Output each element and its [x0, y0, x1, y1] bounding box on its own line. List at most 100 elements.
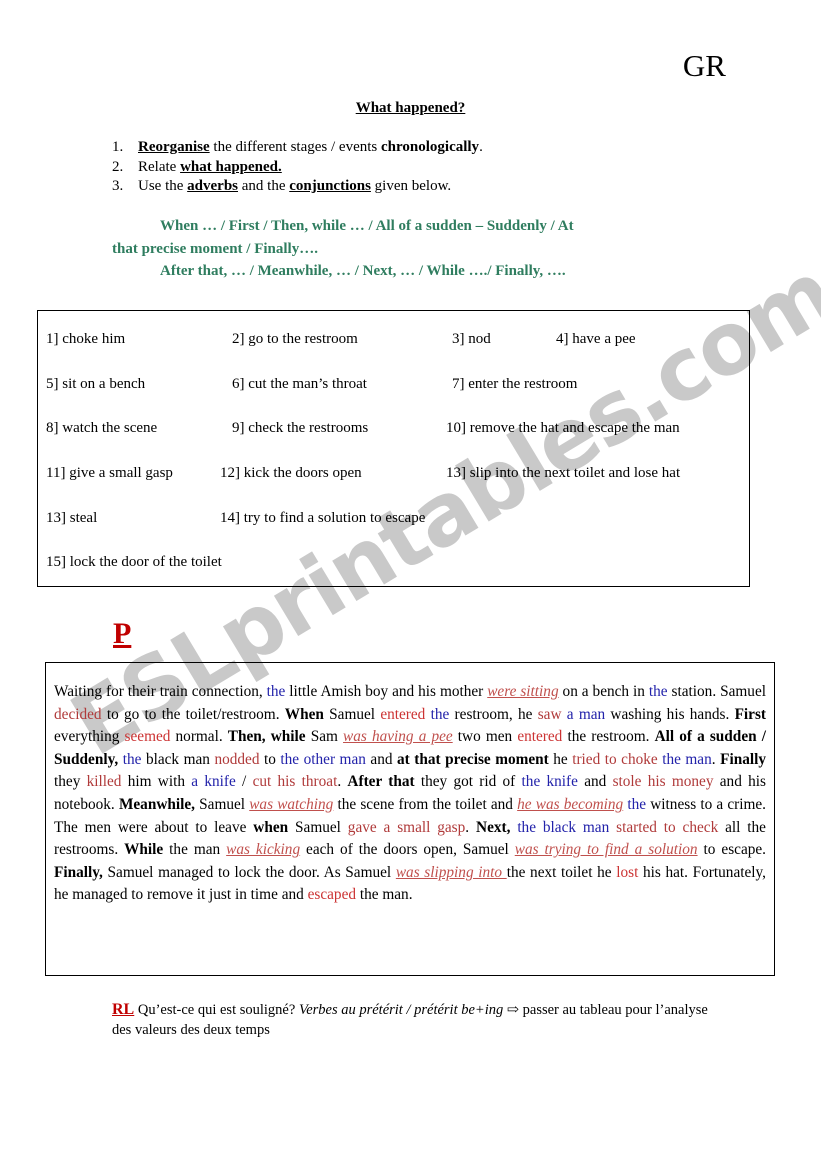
narrative-run-13: the: [430, 705, 450, 723]
narrative-run-55: stole his money: [612, 773, 714, 791]
narrative-run-78: each of the doors open, Samuel: [300, 841, 515, 859]
narrative-run-36: and: [365, 750, 397, 768]
narrative-run-4: on a bench in: [558, 683, 649, 700]
narrative-run-47: a knife: [191, 773, 236, 791]
instruction-2-run-1: adverbs: [187, 178, 238, 194]
connectors-line-2: that precise moment / Finally….: [112, 240, 318, 257]
event-list-item: 3] nod: [452, 331, 491, 348]
event-list-item: 4] have a pee: [556, 331, 636, 348]
narrative-run-44: they: [54, 773, 87, 791]
event-number: 8]: [46, 420, 63, 436]
instruction-0-run-1: the different stages / events: [209, 139, 381, 155]
narrative-run-34: to: [259, 750, 281, 768]
narrative-run-68: .: [465, 818, 477, 836]
narrative-run-69: Next,: [476, 818, 511, 836]
narrative-run-26: two men: [452, 728, 518, 746]
event-list-item: 2] go to the restroom: [232, 331, 358, 348]
narrative-run-80: to escape.: [697, 841, 766, 859]
footer-run-0: Qu’est-ce qui est souligné?: [134, 1002, 299, 1018]
narrative-run-15: saw: [537, 705, 562, 723]
footer-text: Qu’est-ce qui est souligné? Verbes au pr…: [112, 1002, 708, 1038]
instruction-2-run-2: and the: [238, 178, 290, 194]
narrative-run-0: Waiting for their train connection,: [54, 683, 267, 700]
rl-marker: RL: [112, 1001, 135, 1018]
event-label: slip into the next toilet and lose hat: [469, 465, 681, 481]
event-number: 11]: [46, 465, 70, 481]
narrative-run-49: cut his throat: [252, 773, 338, 791]
instruction-1-run-0: Relate: [138, 158, 181, 175]
narrative-box: Waiting for their train connection, the …: [45, 662, 775, 976]
event-label: kick the doors open: [243, 465, 362, 481]
narrative-run-82: Samuel managed to lock the door. As Samu…: [102, 863, 396, 881]
narrative-run-48: /: [235, 773, 253, 791]
narrative-run-67: gave a small gasp: [347, 818, 466, 836]
event-number: 14]: [220, 510, 244, 526]
event-list-item: 13] slip into the next toilet and lose h…: [446, 465, 680, 482]
event-number: 15]: [46, 554, 70, 570]
connectors-line-3: After that, … / Meanwhile, … / Next, … /…: [160, 263, 566, 279]
narrative-run-54: and: [577, 773, 613, 791]
narrative-run-85: lost: [616, 863, 639, 881]
narrative-run-84: the next toilet he: [506, 863, 617, 881]
narrative-run-61: he was becoming: [517, 795, 624, 813]
event-list-item: 6] cut the man’s throat: [232, 376, 367, 393]
narrative-run-9: When: [284, 705, 324, 723]
instruction-item: 2. Relate what happened.: [112, 158, 483, 178]
narrative-run-77: was kicking: [226, 841, 301, 859]
event-list-item: 5] sit on a bench: [46, 376, 145, 393]
footer-note: RL Qu’est-ce qui est souligné? Verbes au…: [112, 1000, 712, 1040]
event-number: 10]: [446, 420, 470, 436]
instructions-list: 1. Reorganise the different stages / even…: [112, 138, 483, 197]
event-number: 1]: [46, 331, 63, 347]
event-label: watch the scene: [62, 420, 158, 436]
narrative-run-24: Sam: [305, 728, 344, 746]
narrative-run-51: After that: [347, 773, 415, 791]
event-label: enter the restroom: [468, 376, 578, 392]
event-label: give a small gasp: [69, 465, 173, 481]
event-list-item: 11] give a small gasp: [46, 465, 173, 482]
event-list-item: 1] choke him: [46, 331, 125, 348]
event-label: sit on a bench: [62, 376, 146, 392]
narrative-run-7: decided: [54, 705, 102, 723]
footer-run-1: Verbes au prétérit / prétérit be+ing: [298, 1002, 504, 1018]
instruction-item: 3. Use the adverbs and the conjunctions g…: [112, 177, 483, 197]
event-label: lock the door of the toilet: [69, 554, 222, 570]
narrative-text: Waiting for their train connection, the …: [54, 681, 766, 907]
event-list-item: 8] watch the scene: [46, 420, 157, 437]
instruction-item: 1. Reorganise the different stages / even…: [112, 138, 483, 158]
worksheet-page: ESLprintables.com GR What happened? 1. Re…: [0, 0, 821, 1169]
instruction-number: 3.: [112, 178, 124, 194]
narrative-run-37: at that precise moment: [397, 750, 549, 768]
narrative-run-58: Samuel: [195, 795, 250, 813]
narrative-run-17: a man: [566, 705, 606, 723]
narrative-run-53: the knife: [521, 773, 578, 791]
event-list-box: 1] choke him 2] go to the restroom 3] nod 4…: [37, 310, 750, 587]
narrative-run-11: entered: [380, 705, 426, 723]
event-list-item: 10] remove the hat and escape the man: [446, 420, 680, 437]
narrative-run-81: Finally,: [54, 863, 103, 881]
event-label: remove the hat and escape the man: [469, 420, 680, 436]
event-label: cut the man’s throat: [248, 376, 367, 392]
instruction-number: 1.: [112, 139, 124, 155]
narrative-run-83: was slipping into: [395, 863, 507, 881]
event-label: have a pee: [572, 331, 636, 347]
instruction-number: 2.: [112, 158, 124, 175]
event-number: 5]: [46, 376, 63, 392]
event-number: 7]: [452, 376, 469, 392]
narrative-run-1: the: [266, 683, 286, 700]
narrative-run-33: nodded: [214, 750, 260, 768]
narrative-run-43: Finally: [720, 750, 766, 768]
narrative-run-60: the scene from the toilet and: [333, 795, 518, 813]
narrative-run-66: Samuel: [288, 818, 348, 836]
narrative-run-38: he: [548, 750, 573, 768]
narrative-run-52: they got rid of: [414, 773, 522, 791]
event-number: 4]: [556, 331, 573, 347]
connectors-block: When … / First / Then, while … / All of …: [112, 215, 772, 283]
narrative-run-59: was watching: [249, 795, 334, 813]
narrative-run-46: him with: [121, 773, 192, 791]
narrative-run-76: the man: [163, 841, 227, 859]
narrative-run-5: the: [648, 683, 668, 700]
narrative-run-42: .: [711, 750, 721, 768]
event-label: check the restrooms: [248, 420, 369, 436]
event-number: 13]: [446, 465, 470, 481]
